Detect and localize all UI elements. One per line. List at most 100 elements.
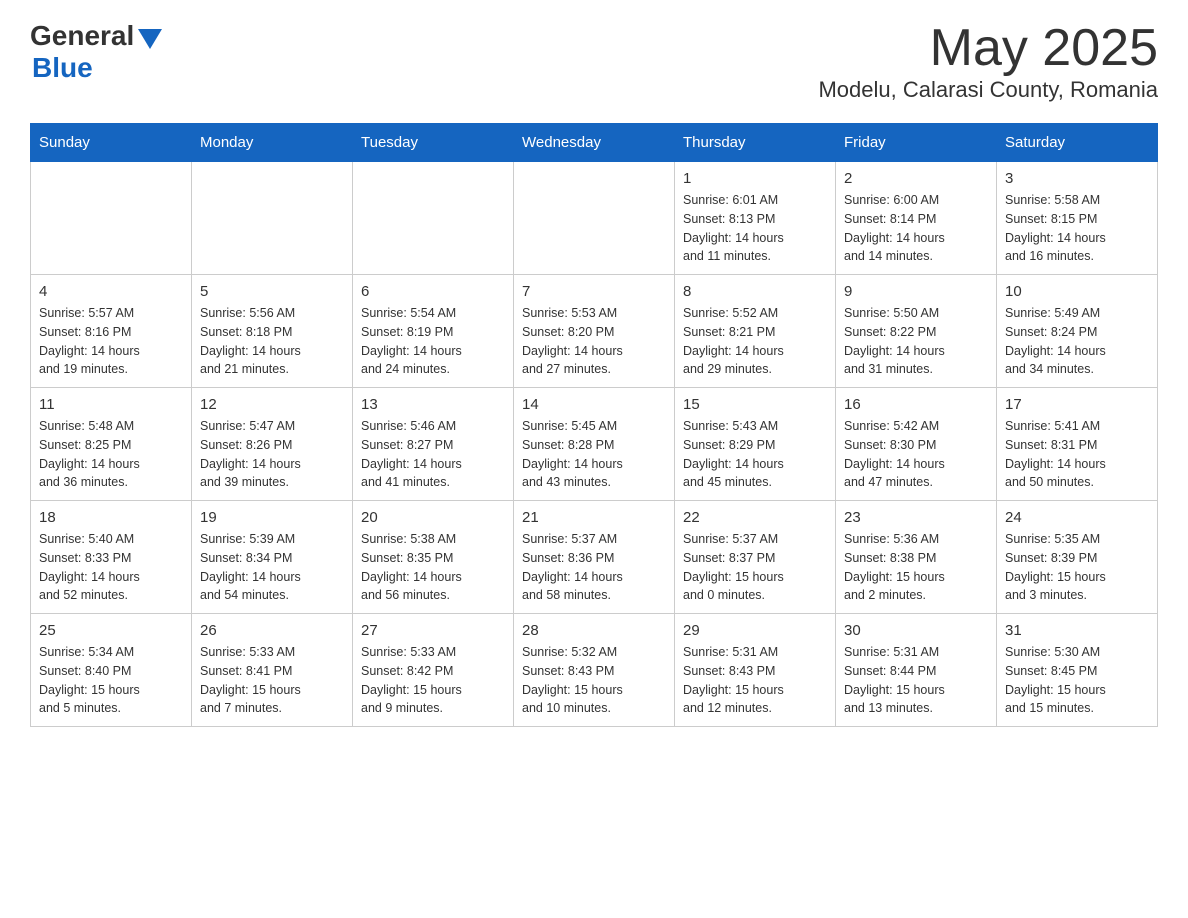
day-cell: 11 Sunrise: 5:48 AM Sunset: 8:25 PM Dayli… xyxy=(31,388,192,501)
logo: General Blue xyxy=(30,20,162,84)
day-info: Sunrise: 5:49 AM Sunset: 8:24 PM Dayligh… xyxy=(1005,304,1149,379)
day-number: 15 xyxy=(683,396,827,413)
day-info: Sunrise: 5:38 AM Sunset: 8:35 PM Dayligh… xyxy=(361,530,505,605)
day-info: Sunrise: 5:33 AM Sunset: 8:42 PM Dayligh… xyxy=(361,643,505,718)
day-cell: 5 Sunrise: 5:56 AM Sunset: 8:18 PM Daylig… xyxy=(192,275,353,388)
day-cell: 21 Sunrise: 5:37 AM Sunset: 8:36 PM Dayli… xyxy=(514,501,675,614)
day-info: Sunrise: 5:52 AM Sunset: 8:21 PM Dayligh… xyxy=(683,304,827,379)
day-info: Sunrise: 5:48 AM Sunset: 8:25 PM Dayligh… xyxy=(39,417,183,492)
day-cell: 18Sunrise: 5:40 AM Sunset: 8:33 PM Dayli… xyxy=(31,501,192,614)
header-cell-saturday: Saturday xyxy=(997,124,1158,162)
day-number: 9 xyxy=(844,283,988,300)
day-info: Sunrise: 5:40 AM Sunset: 8:33 PM Dayligh… xyxy=(39,530,183,605)
day-cell xyxy=(353,162,514,275)
day-number: 6 xyxy=(361,283,505,300)
day-cell xyxy=(514,162,675,275)
day-cell: 1Sunrise: 6:01 AM Sunset: 8:13 PM Daylig… xyxy=(675,162,836,275)
day-info: Sunrise: 5:30 AM Sunset: 8:45 PM Dayligh… xyxy=(1005,643,1149,718)
logo-triangle-icon xyxy=(138,29,162,49)
day-cell: 23 Sunrise: 5:36 AM Sunset: 8:38 PM Dayli… xyxy=(836,501,997,614)
day-number: 22 xyxy=(683,509,827,526)
header-cell-thursday: Thursday xyxy=(675,124,836,162)
week-row-3: 11 Sunrise: 5:48 AM Sunset: 8:25 PM Dayli… xyxy=(31,388,1158,501)
day-number: 29 xyxy=(683,622,827,639)
day-info: Sunrise: 5:56 AM Sunset: 8:18 PM Dayligh… xyxy=(200,304,344,379)
day-cell: 31 Sunrise: 5:30 AM Sunset: 8:45 PM Dayli… xyxy=(997,614,1158,727)
day-number: 20 xyxy=(361,509,505,526)
day-number: 17 xyxy=(1005,396,1149,413)
day-number: 13 xyxy=(361,396,505,413)
day-number: 2 xyxy=(844,170,988,187)
day-cell: 4Sunrise: 5:57 AM Sunset: 8:16 PM Daylig… xyxy=(31,275,192,388)
day-cell: 27 Sunrise: 5:33 AM Sunset: 8:42 PM Dayli… xyxy=(353,614,514,727)
day-number: 25 xyxy=(39,622,183,639)
title-block: May 2025 Modelu, Calarasi County, Romani… xyxy=(818,20,1158,103)
day-number: 8 xyxy=(683,283,827,300)
header-cell-monday: Monday xyxy=(192,124,353,162)
day-cell: 9 Sunrise: 5:50 AM Sunset: 8:22 PM Daylig… xyxy=(836,275,997,388)
calendar-table: SundayMondayTuesdayWednesdayThursdayFrid… xyxy=(30,123,1158,727)
day-number: 31 xyxy=(1005,622,1149,639)
day-cell: 29 Sunrise: 5:31 AM Sunset: 8:43 PM Dayli… xyxy=(675,614,836,727)
day-info: Sunrise: 5:43 AM Sunset: 8:29 PM Dayligh… xyxy=(683,417,827,492)
header-cell-sunday: Sunday xyxy=(31,124,192,162)
day-number: 11 xyxy=(39,396,183,413)
day-number: 12 xyxy=(200,396,344,413)
day-number: 21 xyxy=(522,509,666,526)
day-info: Sunrise: 5:34 AM Sunset: 8:40 PM Dayligh… xyxy=(39,643,183,718)
week-row-1: 1Sunrise: 6:01 AM Sunset: 8:13 PM Daylig… xyxy=(31,162,1158,275)
day-cell: 28 Sunrise: 5:32 AM Sunset: 8:43 PM Dayli… xyxy=(514,614,675,727)
day-number: 14 xyxy=(522,396,666,413)
day-cell: 8 Sunrise: 5:52 AM Sunset: 8:21 PM Daylig… xyxy=(675,275,836,388)
header-cell-friday: Friday xyxy=(836,124,997,162)
day-info: Sunrise: 5:36 AM Sunset: 8:38 PM Dayligh… xyxy=(844,530,988,605)
header-cell-tuesday: Tuesday xyxy=(353,124,514,162)
calendar-body: 1Sunrise: 6:01 AM Sunset: 8:13 PM Daylig… xyxy=(31,162,1158,727)
day-cell: 14 Sunrise: 5:45 AM Sunset: 8:28 PM Dayli… xyxy=(514,388,675,501)
day-cell: 15 Sunrise: 5:43 AM Sunset: 8:29 PM Dayli… xyxy=(675,388,836,501)
day-cell: 2Sunrise: 6:00 AM Sunset: 8:14 PM Daylig… xyxy=(836,162,997,275)
week-row-5: 25 Sunrise: 5:34 AM Sunset: 8:40 PM Dayli… xyxy=(31,614,1158,727)
day-info: Sunrise: 5:37 AM Sunset: 8:36 PM Dayligh… xyxy=(522,530,666,605)
day-number: 16 xyxy=(844,396,988,413)
day-number: 28 xyxy=(522,622,666,639)
header-row: SundayMondayTuesdayWednesdayThursdayFrid… xyxy=(31,124,1158,162)
day-cell: 30Sunrise: 5:31 AM Sunset: 8:44 PM Dayli… xyxy=(836,614,997,727)
calendar-subtitle: Modelu, Calarasi County, Romania xyxy=(818,77,1158,103)
week-row-4: 18Sunrise: 5:40 AM Sunset: 8:33 PM Dayli… xyxy=(31,501,1158,614)
day-info: Sunrise: 5:35 AM Sunset: 8:39 PM Dayligh… xyxy=(1005,530,1149,605)
day-info: Sunrise: 5:53 AM Sunset: 8:20 PM Dayligh… xyxy=(522,304,666,379)
day-number: 27 xyxy=(361,622,505,639)
day-cell xyxy=(31,162,192,275)
day-info: Sunrise: 5:31 AM Sunset: 8:43 PM Dayligh… xyxy=(683,643,827,718)
logo-general-text: General xyxy=(30,20,134,52)
day-cell: 24Sunrise: 5:35 AM Sunset: 8:39 PM Dayli… xyxy=(997,501,1158,614)
day-cell: 7 Sunrise: 5:53 AM Sunset: 8:20 PM Daylig… xyxy=(514,275,675,388)
day-info: Sunrise: 5:32 AM Sunset: 8:43 PM Dayligh… xyxy=(522,643,666,718)
day-cell: 16 Sunrise: 5:42 AM Sunset: 8:30 PM Dayli… xyxy=(836,388,997,501)
day-number: 23 xyxy=(844,509,988,526)
day-info: Sunrise: 5:37 AM Sunset: 8:37 PM Dayligh… xyxy=(683,530,827,605)
calendar-title: May 2025 xyxy=(818,20,1158,77)
day-cell: 17 Sunrise: 5:41 AM Sunset: 8:31 PM Dayli… xyxy=(997,388,1158,501)
day-info: Sunrise: 5:47 AM Sunset: 8:26 PM Dayligh… xyxy=(200,417,344,492)
calendar-header: SundayMondayTuesdayWednesdayThursdayFrid… xyxy=(31,124,1158,162)
day-number: 7 xyxy=(522,283,666,300)
day-info: Sunrise: 5:33 AM Sunset: 8:41 PM Dayligh… xyxy=(200,643,344,718)
day-cell xyxy=(192,162,353,275)
day-cell: 3Sunrise: 5:58 AM Sunset: 8:15 PM Daylig… xyxy=(997,162,1158,275)
logo-blue-text: Blue xyxy=(32,52,93,84)
page-header: General Blue May 2025 Modelu, Calarasi C… xyxy=(30,20,1158,103)
day-cell: 10Sunrise: 5:49 AM Sunset: 8:24 PM Dayli… xyxy=(997,275,1158,388)
day-info: Sunrise: 5:50 AM Sunset: 8:22 PM Dayligh… xyxy=(844,304,988,379)
day-info: Sunrise: 5:45 AM Sunset: 8:28 PM Dayligh… xyxy=(522,417,666,492)
day-info: Sunrise: 5:41 AM Sunset: 8:31 PM Dayligh… xyxy=(1005,417,1149,492)
day-cell: 20 Sunrise: 5:38 AM Sunset: 8:35 PM Dayli… xyxy=(353,501,514,614)
day-number: 19 xyxy=(200,509,344,526)
day-cell: 26Sunrise: 5:33 AM Sunset: 8:41 PM Dayli… xyxy=(192,614,353,727)
day-cell: 12 Sunrise: 5:47 AM Sunset: 8:26 PM Dayli… xyxy=(192,388,353,501)
day-info: Sunrise: 5:46 AM Sunset: 8:27 PM Dayligh… xyxy=(361,417,505,492)
day-info: Sunrise: 5:42 AM Sunset: 8:30 PM Dayligh… xyxy=(844,417,988,492)
day-number: 5 xyxy=(200,283,344,300)
day-info: Sunrise: 6:01 AM Sunset: 8:13 PM Dayligh… xyxy=(683,191,827,266)
